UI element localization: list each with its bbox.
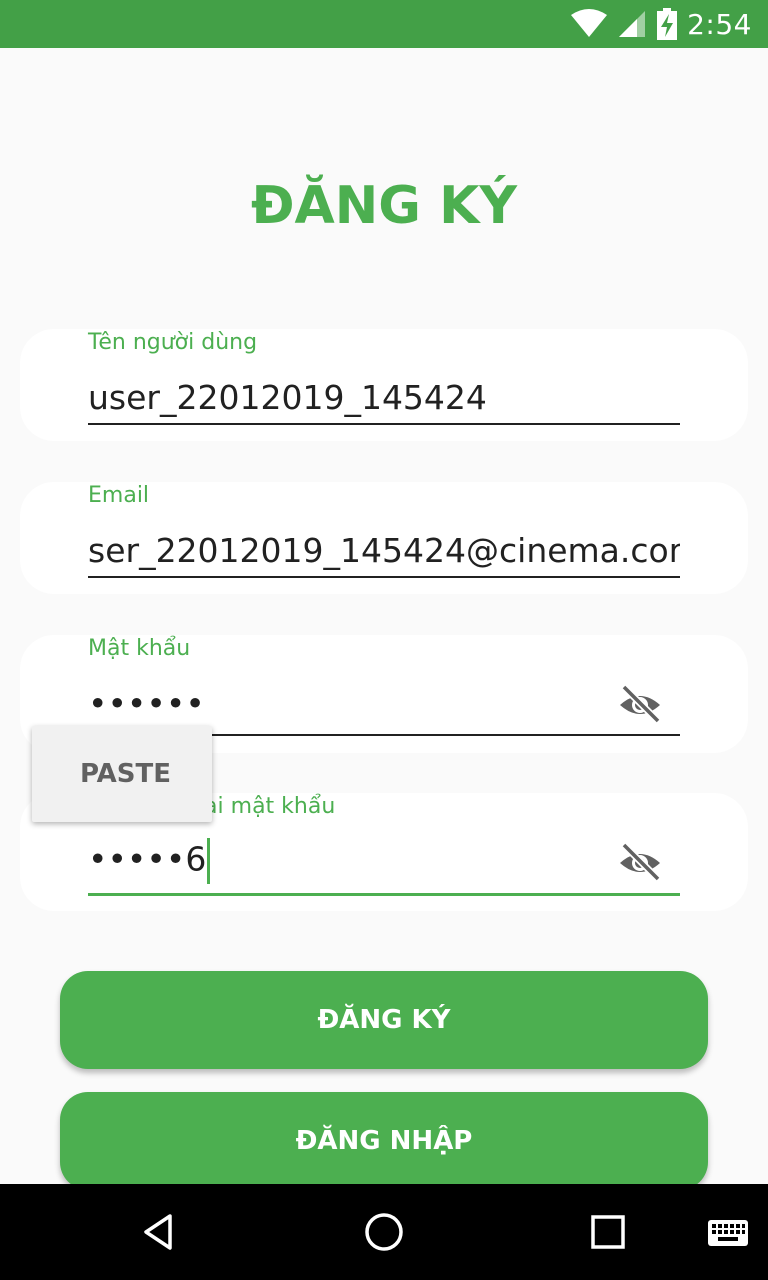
keyboard-icon[interactable] xyxy=(704,1208,752,1256)
text-cursor xyxy=(207,838,211,884)
back-icon[interactable] xyxy=(136,1208,184,1256)
username-input[interactable]: user_22012019_145424 xyxy=(88,378,680,417)
password-label: Mật khẩu xyxy=(88,636,191,661)
register-button[interactable]: ĐĂNG KÝ xyxy=(60,971,708,1069)
password-input[interactable]: •••••• xyxy=(88,684,588,723)
confirm-password-underline xyxy=(88,893,680,896)
paste-menu-item[interactable]: PASTE xyxy=(32,726,212,822)
battery-charging-icon xyxy=(657,8,678,40)
username-label: Tên người dùng xyxy=(88,330,258,355)
signal-icon xyxy=(619,11,646,37)
status-icons: 2:54 xyxy=(571,0,752,48)
status-bar: 2:54 xyxy=(0,0,768,48)
login-button[interactable]: ĐĂNG NHẬP xyxy=(60,1092,708,1190)
username-underline xyxy=(88,423,680,425)
recents-icon[interactable] xyxy=(584,1208,632,1256)
home-icon[interactable] xyxy=(360,1208,408,1256)
visibility-off-icon[interactable] xyxy=(616,681,664,729)
email-input[interactable]: ser_22012019_145424@cinema.com xyxy=(88,531,680,570)
confirm-password-value: •••••6 xyxy=(88,839,207,879)
navigation-bar xyxy=(0,1184,768,1280)
confirm-password-input[interactable]: •••••6 xyxy=(88,838,588,884)
email-underline xyxy=(88,576,680,578)
email-label: Email xyxy=(88,483,150,508)
status-time: 2:54 xyxy=(687,7,752,41)
wifi-icon xyxy=(571,9,608,37)
visibility-off-icon[interactable] xyxy=(616,839,664,887)
page-title: ĐĂNG KÝ xyxy=(250,176,518,236)
